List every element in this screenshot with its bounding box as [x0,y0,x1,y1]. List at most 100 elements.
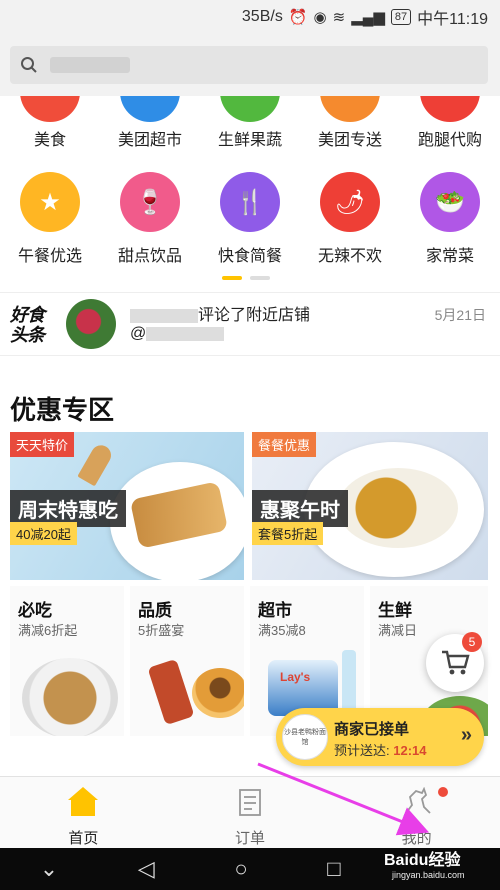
search-placeholder-blurred [50,57,130,73]
page-dot [250,276,270,280]
category-lunch[interactable]: ★ 午餐优选 [0,172,100,266]
category-label: 生鲜果蔬 [217,132,282,149]
page-dot-active [222,276,242,280]
card-subtitle: 满减6折起 [18,623,78,638]
runner-icon [420,96,480,122]
order-status-title: 商家已接单 [334,721,410,738]
card-title: 必吃 [18,601,52,620]
food-icon [20,96,80,122]
promo-tag: 天天特价 [10,432,75,457]
pizza-image [147,658,195,726]
ice-cream-image [77,441,115,487]
category-fresh[interactable]: 生鲜果蔬 [200,96,300,156]
eye-icon: ◉ [313,9,327,26]
headline-logo: 好食 头条 [10,305,45,345]
tab-label: 我的 [401,830,432,847]
page-indicator [222,276,270,280]
category-fastfood[interactable]: 🍴 快食简餐 [200,172,300,266]
tab-orders[interactable]: 订单 [167,777,334,848]
category-label: 美团专送 [317,132,382,149]
search-input[interactable] [10,46,488,84]
category-homestyle[interactable]: 🥗 家常菜 [400,172,500,266]
headline-news[interactable]: 好食 头条 评论了附近店铺 @ 5月21日 [0,292,500,356]
back-icon[interactable]: ◁ [138,856,155,882]
recents-icon[interactable]: □ [327,856,340,882]
watermark-brand: Baidu经验 [384,852,461,869]
alarm-icon: ⏰ [288,9,308,26]
promo-lunch[interactable]: 餐餐优惠 惠聚午时 套餐5折起 [252,432,488,580]
status-bar: 35B/s ⏰ ◉ ≋ ▂▄▆ 87 中午11:19 [0,0,500,34]
order-status-banner[interactable]: 沙县老鸭粉面馆 商家已接单 预计送达: 12:14 » [276,708,484,766]
shield-star-icon: ★ [20,172,80,232]
home-circle-icon[interactable]: ○ [234,856,247,882]
section-title: 优惠专区 [10,395,115,425]
category-supermarket[interactable]: 美团超市 [100,96,200,156]
category-food[interactable]: 美食 [0,96,100,156]
baidu-watermark: Baidu经验 jingyan.baidu.com [384,846,465,880]
wine-glass-icon: 🍷 [120,172,180,232]
category-row-2: ★ 午餐优选 🍷 甜点饮品 🍴 快食简餐 🌶 无辣不欢 🥗 家常菜 [0,172,500,266]
battery-indicator: 87 [390,9,412,25]
category-dessert[interactable]: 🍷 甜点饮品 [100,172,200,266]
shop-thumbnail: 沙县老鸭粉面馆 [282,714,328,760]
tab-label: 订单 [235,830,266,847]
card-title: 品质 [138,601,172,620]
delivery-icon [320,96,380,122]
double-chevron-right-icon: » [460,724,472,746]
headline-action: 评论了附近店铺 [198,307,311,324]
bowl-icon: 🥗 [420,172,480,232]
search-icon [21,57,37,73]
order-eta: 预计送达: 12:14 [334,740,427,759]
basket-icon [120,96,180,122]
curry-dish-image [338,468,458,548]
category-label: 午餐优选 [17,248,82,265]
wifi-icon: ≋ [332,9,346,26]
avatar [66,299,116,349]
mention-symbol: @ [130,325,147,342]
card-subtitle: 满35减8 [258,623,306,638]
tab-home[interactable]: 首页 [0,777,167,848]
headline-mention: @ [130,325,225,343]
cart-icon [442,650,470,675]
promo-subtitle: 40减20起 [10,522,77,545]
blurred-username [130,308,198,323]
category-label: 快食简餐 [217,248,282,265]
promo-tag: 餐餐优惠 [252,432,317,457]
promo-subtitle: 套餐5折起 [252,522,324,545]
category-label: 无辣不欢 [317,248,382,265]
card-subtitle: 5折盛宴 [138,623,185,638]
eta-label: 预计送达: [334,743,390,758]
category-spicy[interactable]: 🌶 无辣不欢 [300,172,400,266]
shop-thumb-text: 沙县老鸭粉面馆 [284,729,326,746]
cart-badge: 5 [462,632,482,652]
eta-time: 12:14 [393,743,427,758]
promo-weekend[interactable]: 天天特价 周末特惠吃 40减20起 [10,432,244,580]
chips-logo: Lay's [280,670,311,684]
notification-dot [438,787,448,797]
bottom-tab-bar: 首页 订单 我的 [0,776,500,848]
card-subtitle: 满减日 [378,623,418,638]
category-label: 家常菜 [425,248,474,265]
apple-icon [220,96,280,122]
category-label: 美团超市 [117,132,182,149]
category-errand[interactable]: 跑腿代购 [400,96,500,156]
card-must-eat[interactable]: 必吃 满减6折起 [10,586,124,736]
clock: 中午11:19 [417,11,488,28]
kangaroo-icon [404,787,431,814]
signal-icon: ▂▄▆ [351,9,385,26]
category-label: 跑腿代购 [417,132,482,149]
card-title: 生鲜 [378,601,412,620]
chevron-down-icon[interactable]: ⌄ [40,856,58,882]
category-row-1: 美食 美团超市 生鲜果蔬 美团专送 跑腿代购 [0,96,500,156]
search-bar-area [0,34,500,96]
headline-date: 5月21日 [434,307,486,323]
watermark-url: jingyan.baidu.com [392,870,465,880]
category-label: 美食 [33,132,66,149]
tab-me[interactable]: 我的 [333,777,500,848]
card-quality[interactable]: 品质 5折盛宴 [130,586,244,736]
network-speed: 35B/s [241,8,283,25]
chili-icon: 🌶 [320,172,380,232]
blurred-shop [146,326,225,341]
burger-image [192,668,244,718]
category-delivery[interactable]: 美团专送 [300,96,400,156]
